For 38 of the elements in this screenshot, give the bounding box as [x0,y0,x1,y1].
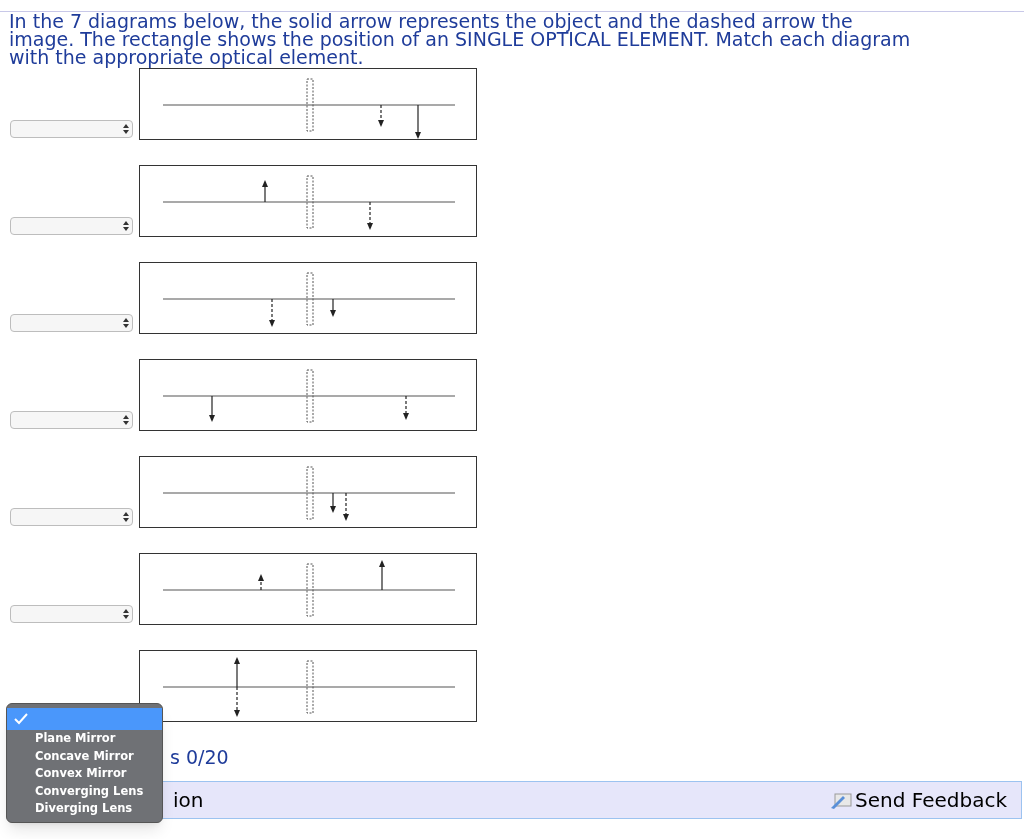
image-arrow [343,492,349,521]
updown-icon [123,609,129,619]
updown-icon [123,512,129,522]
updown-icon [123,318,129,328]
object-arrow [415,104,421,139]
image-arrow [378,104,384,127]
send-feedback-button[interactable]: Send Feedback [829,785,1007,815]
answer-dropdown[interactable] [10,217,133,235]
updown-icon [123,124,129,134]
object-arrow [330,298,336,317]
menu-option[interactable]: Concave Mirror [7,747,162,765]
menu-option[interactable]: Converging Lens [7,782,162,800]
object-arrow [234,657,240,688]
answer-dropdown[interactable] [10,120,133,138]
answer-dropdown[interactable] [10,314,133,332]
answer-dropdown[interactable] [10,508,133,526]
updown-icon [123,415,129,425]
image-arrow [403,395,409,420]
menu-option[interactable]: Diverging Lens [7,800,162,818]
answer-dropdown[interactable] [10,411,133,429]
updown-icon [123,221,129,231]
menu-option[interactable]: Plane Mirror [7,730,162,748]
footer-label: ion [173,787,204,814]
image-arrow [234,686,240,717]
instructions-text: In the 7 diagrams below, the solid arrow represents the object and the dashed arrow the image. The rectangle shows the position of an SINGLE OPTICAL ELEMENT. Match each diagram with the appropriate optical element. [8,12,912,66]
object-arrow [330,492,336,513]
menu-option[interactable] [7,708,162,730]
object-arrow [209,395,215,422]
object-arrow [379,560,385,591]
envelope-icon [829,790,853,810]
score-text: s 0/20 [170,745,230,769]
answer-dropdown[interactable] [10,605,133,623]
object-arrow [262,180,268,203]
menu-option[interactable]: Convex Mirror [7,765,162,783]
image-arrow [367,201,373,230]
checkmark-icon [14,713,28,725]
image-arrow [258,574,264,591]
image-arrow [269,298,275,327]
